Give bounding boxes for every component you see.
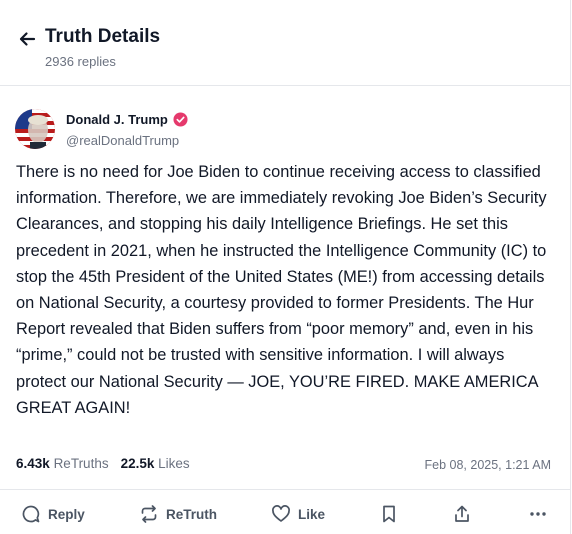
share-icon [455,505,469,522]
like-label: Like [298,506,326,522]
author-name[interactable]: Donald J. Trump [66,112,168,127]
share-button[interactable] [452,499,472,529]
back-arrow-icon[interactable] [17,29,37,49]
truth-details-panel: Truth Details 2936 replies Donald J. Tru… [0,0,571,534]
reply-icon [22,505,40,523]
reply-label: Reply [48,506,85,522]
author-handle[interactable]: @realDonaldTrump [66,133,179,148]
retruth-label: ReTruth [166,506,218,522]
bookmark-icon [383,505,395,523]
like-button[interactable]: Like [271,499,325,529]
more-icon [530,512,546,516]
reply-button[interactable]: Reply [21,499,85,529]
like-icon [272,505,290,522]
post-timestamp: Feb 08, 2025, 1:21 AM [424,458,551,472]
bookmark-button[interactable] [379,499,399,529]
likes-count: 22.5k [120,456,155,471]
actions-divider [0,489,571,490]
page-title: Truth Details [45,26,161,47]
header-divider [0,85,571,86]
retruths-label: ReTruths [53,456,109,471]
retruths-stat[interactable]: 6.43k ReTruths [16,456,109,471]
retruth-icon [141,505,157,523]
verified-badge-icon [173,112,188,127]
retruths-count: 6.43k [16,456,50,471]
post-stats: 6.43k ReTruths 22.5k Likes [16,456,202,471]
likes-label: Likes [158,456,190,471]
replies-count: 2936 replies [45,54,116,69]
avatar[interactable] [15,109,55,149]
retruth-button[interactable]: ReTruth [139,499,217,529]
post-text: There is no need for Joe Biden to contin… [16,163,547,417]
author-name-row: Donald J. Trump [66,112,188,127]
action-bar: Reply ReTruth Like [0,499,571,529]
likes-stat[interactable]: 22.5k Likes [121,456,190,471]
more-options-button[interactable] [528,499,548,529]
